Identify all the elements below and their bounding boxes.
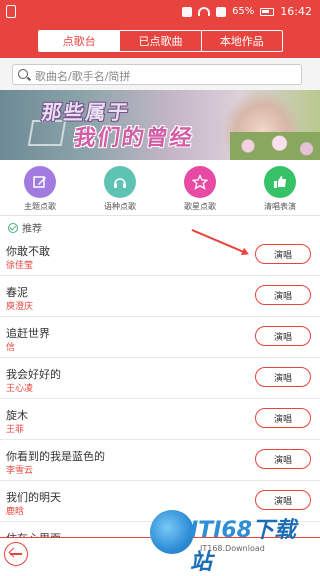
watermark-logo-icon bbox=[150, 510, 194, 554]
song-artist: 王菲 bbox=[6, 425, 25, 435]
category-language[interactable]: 语种点歌 bbox=[80, 162, 160, 214]
signal-icon bbox=[216, 6, 227, 17]
thumbs-up-icon bbox=[264, 166, 296, 198]
battery-percent: 65% bbox=[232, 6, 255, 17]
list-item[interactable]: 追赶世界 信 演唱 bbox=[0, 317, 320, 358]
header-bar: 点歌台 已点歌曲 本地作品 bbox=[0, 24, 320, 58]
sing-button[interactable]: 演唱 bbox=[255, 244, 311, 264]
status-bar: 65% 16:42 bbox=[0, 0, 320, 24]
tab-local-works[interactable]: 本地作品 bbox=[202, 31, 282, 51]
search-input[interactable]: 歌曲名/歌手名/简拼 bbox=[12, 64, 302, 85]
recommend-label: 推荐 bbox=[22, 224, 42, 235]
watermark-brand-latin: ITI68 bbox=[190, 518, 252, 543]
list-item[interactable]: 你敢不敢 徐佳莹 演唱 bbox=[0, 235, 320, 276]
song-artist: 鹿晗 bbox=[6, 507, 25, 517]
tab-group: 点歌台 已点歌曲 本地作品 bbox=[38, 30, 283, 52]
category-label: 清唱表演 bbox=[264, 202, 296, 211]
song-title: 旋木 bbox=[6, 409, 28, 422]
banner-flowers bbox=[230, 132, 320, 160]
category-row: 主题点歌 语种点歌 歌星点歌 清唱表演 bbox=[0, 162, 320, 214]
watermark: ITI68下载站 IT168.Download bbox=[150, 506, 316, 575]
divider bbox=[0, 215, 320, 216]
list-item[interactable]: 春泥 庾澄庆 演唱 bbox=[0, 276, 320, 317]
alarm-icon bbox=[182, 6, 193, 17]
song-artist: 信 bbox=[6, 343, 16, 353]
song-title: 你敢不敢 bbox=[6, 245, 50, 258]
wifi-icon bbox=[198, 7, 211, 16]
category-acapella[interactable]: 清唱表演 bbox=[240, 162, 320, 214]
category-label: 歌星点歌 bbox=[184, 202, 216, 211]
song-title: 我会好好的 bbox=[6, 368, 61, 381]
headphones-icon bbox=[104, 166, 136, 198]
watermark-sub: IT168.Download bbox=[200, 544, 265, 553]
sing-button[interactable]: 演唱 bbox=[255, 285, 311, 305]
song-title: 你看到的我是蓝色的 bbox=[6, 450, 105, 463]
sing-button[interactable]: 演唱 bbox=[255, 449, 311, 469]
recommend-header: 推荐 bbox=[8, 220, 42, 235]
search-placeholder: 歌曲名/歌手名/简拼 bbox=[35, 70, 131, 83]
status-icons: 65% 16:42 bbox=[182, 5, 312, 18]
song-title: 追赶世界 bbox=[6, 327, 50, 340]
list-item[interactable]: 你看到的我是蓝色的 李雪云 演唱 bbox=[0, 440, 320, 481]
edit-icon bbox=[24, 166, 56, 198]
search-icon bbox=[18, 69, 28, 79]
sing-button[interactable]: 演唱 bbox=[255, 408, 311, 428]
sing-button[interactable]: 演唱 bbox=[255, 367, 311, 387]
back-arrow-icon[interactable] bbox=[4, 542, 28, 566]
notification-icon bbox=[6, 5, 16, 18]
list-item[interactable]: 旋木 王菲 演唱 bbox=[0, 399, 320, 440]
song-artist: 庾澄庆 bbox=[6, 302, 34, 312]
song-artist: 李雪云 bbox=[6, 466, 34, 476]
clock: 16:42 bbox=[280, 5, 312, 18]
promo-banner[interactable]: 那些属于 我们的曾经 bbox=[0, 90, 320, 160]
category-star[interactable]: 歌星点歌 bbox=[160, 162, 240, 214]
song-title: 春泥 bbox=[6, 286, 28, 299]
battery-icon bbox=[260, 7, 275, 16]
song-title: 我们的明天 bbox=[6, 491, 61, 504]
list-item[interactable]: 我会好好的 王心凌 演唱 bbox=[0, 358, 320, 399]
tab-song-stage[interactable]: 点歌台 bbox=[39, 31, 121, 51]
category-label: 语种点歌 bbox=[104, 202, 136, 211]
category-theme[interactable]: 主题点歌 bbox=[0, 162, 80, 214]
search-area: 歌曲名/歌手名/简拼 bbox=[0, 58, 320, 90]
sing-button[interactable]: 演唱 bbox=[255, 326, 311, 346]
banner-title-line2: 我们的曾经 bbox=[71, 126, 196, 151]
song-artist: 王心凌 bbox=[6, 384, 34, 394]
check-circle-icon bbox=[8, 222, 18, 233]
category-label: 主题点歌 bbox=[24, 202, 56, 211]
song-artist: 徐佳莹 bbox=[6, 261, 34, 271]
star-icon bbox=[184, 166, 216, 198]
tab-ordered-songs[interactable]: 已点歌曲 bbox=[120, 31, 202, 51]
